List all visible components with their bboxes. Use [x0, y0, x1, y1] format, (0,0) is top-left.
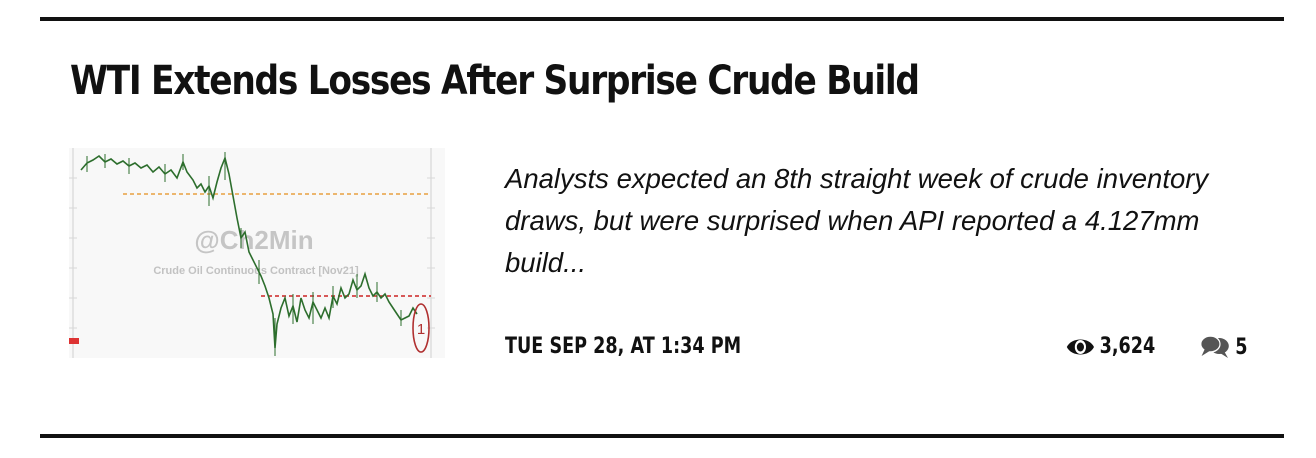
top-divider [40, 17, 1284, 21]
comments-value: 5 [1235, 334, 1248, 360]
article-title[interactable]: WTI Extends Losses After Surprise Crude … [70, 58, 920, 104]
views-value: 3,624 [1099, 334, 1156, 359]
thumbnail-chart: @Ch2Min Crude Oil Continuous Contract [N… [69, 148, 445, 358]
bottom-divider [40, 434, 1284, 438]
comments-count[interactable]: 5 [1200, 334, 1247, 360]
article-thumbnail[interactable]: @Ch2Min Crude Oil Continuous Contract [N… [69, 148, 445, 358]
article-date: TUE SEP 28, AT 1:34 PM [505, 334, 742, 359]
article-excerpt: Analysts expected an 8th straight week o… [505, 163, 1209, 278]
eye-icon [1066, 335, 1095, 359]
chart-watermark: @Ch2Min [194, 225, 313, 255]
chart-marker: 1 [417, 321, 425, 338]
comments-icon [1200, 334, 1230, 360]
views-count[interactable]: 3,624 [1066, 334, 1155, 359]
